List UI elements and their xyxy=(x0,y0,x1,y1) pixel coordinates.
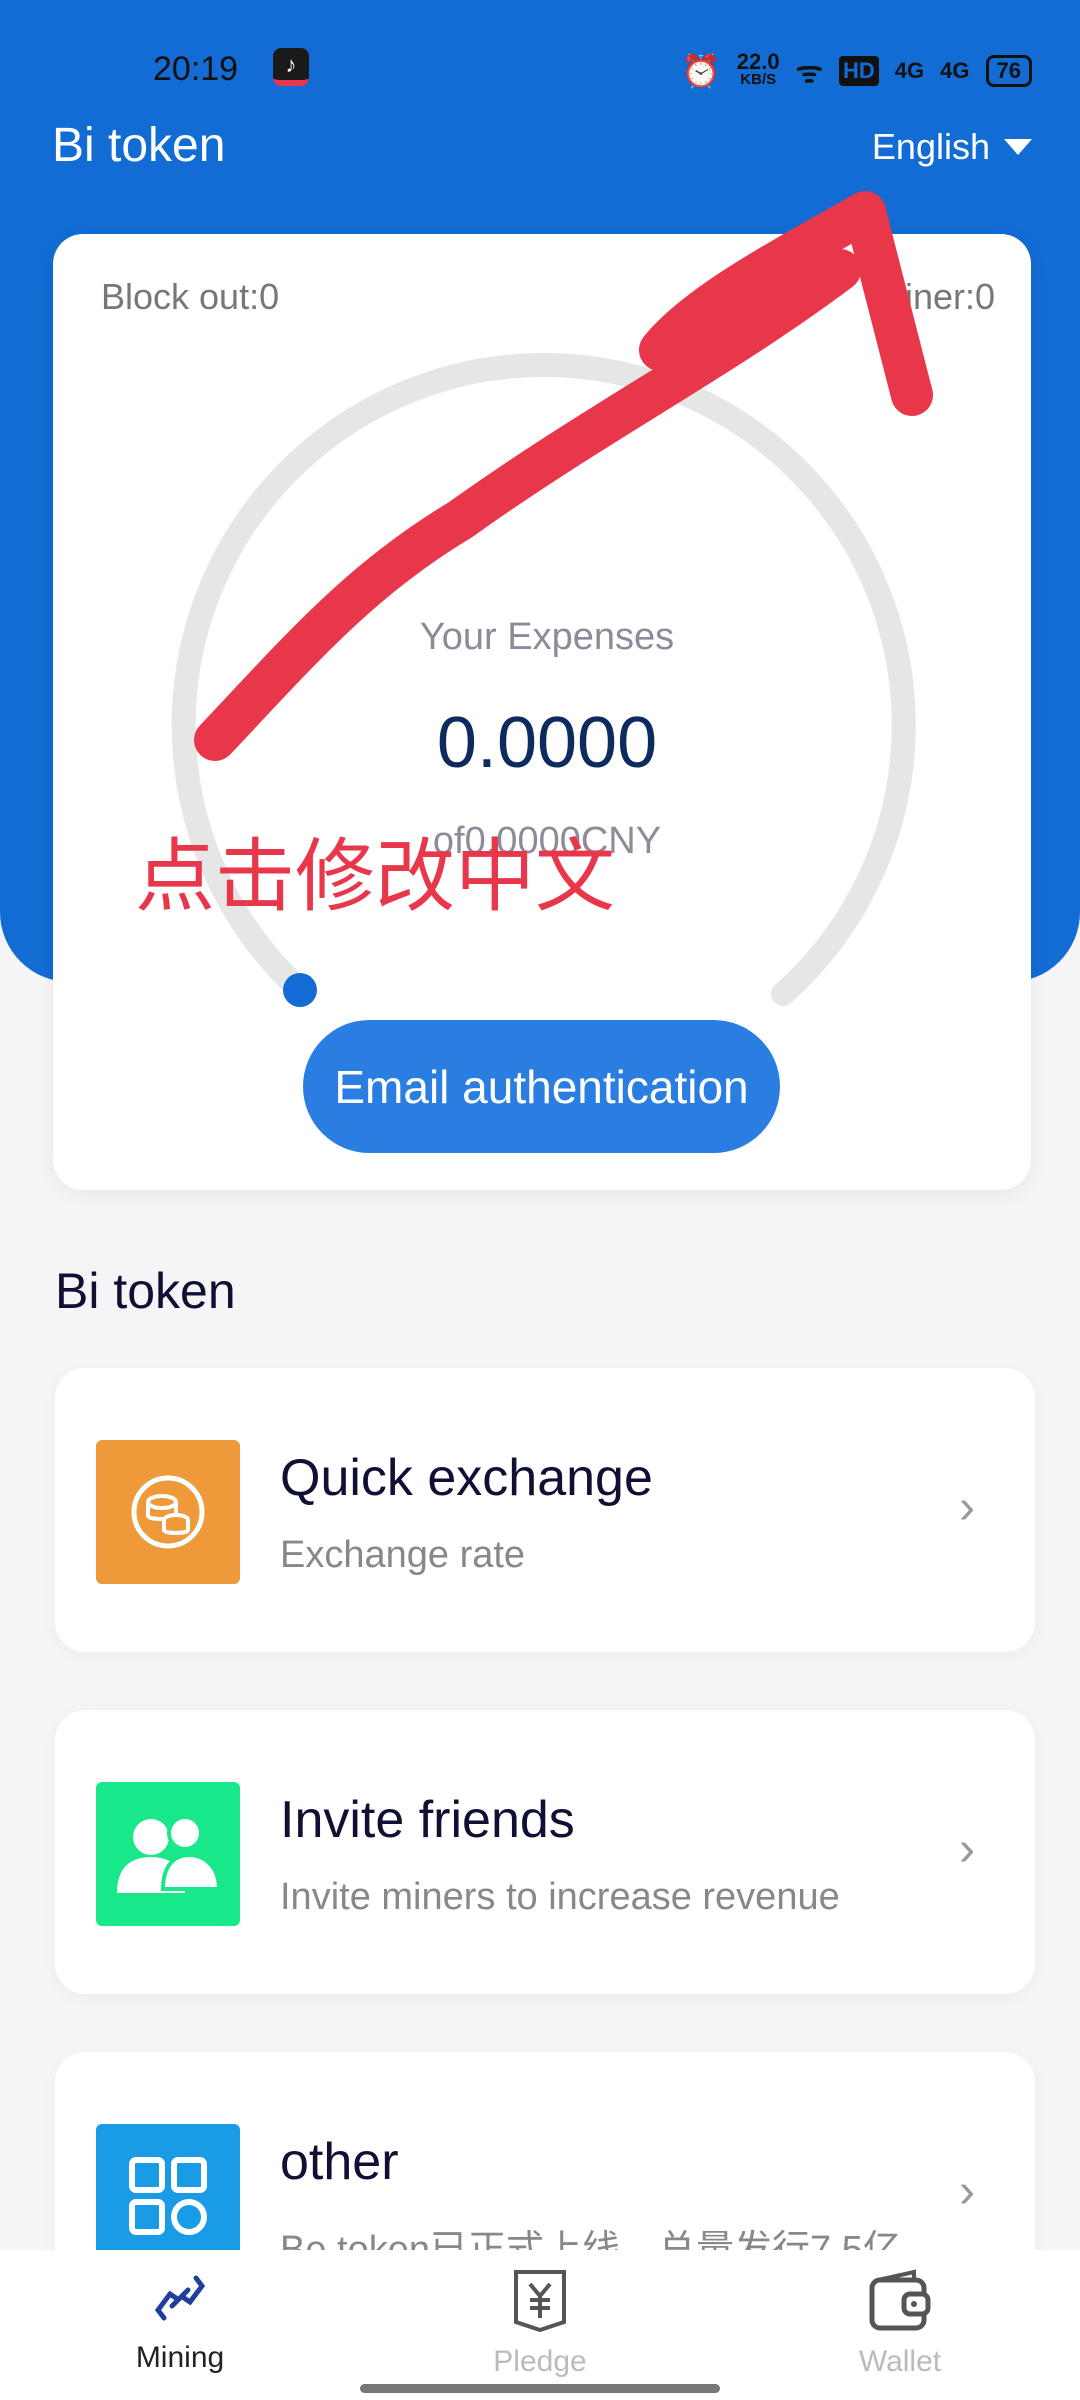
signal-icon-2: 4G xyxy=(940,57,970,83)
bottom-nav: Mining Pledge Wallet xyxy=(0,2250,1080,2400)
coins-icon xyxy=(96,1440,240,1584)
hd-icon: HD xyxy=(839,55,879,86)
signal-icon: 4G xyxy=(894,57,925,83)
wallet-icon xyxy=(869,2269,931,2331)
status-time: 20:19 xyxy=(153,50,239,88)
net-speed-value: 22.0 xyxy=(736,48,780,74)
chevron-right-icon: › xyxy=(959,1823,975,1876)
tab-mining[interactable]: Mining xyxy=(80,2268,280,2375)
tab-label: Pledge xyxy=(493,2345,587,2378)
section-title: Bi token xyxy=(55,1263,236,1319)
tab-label: Mining xyxy=(135,2341,225,2374)
language-selector[interactable]: English xyxy=(872,126,1032,168)
chevron-right-icon: › xyxy=(959,1481,975,1534)
item-title: other xyxy=(280,2133,399,2191)
tab-wallet[interactable]: Wallet xyxy=(800,2268,1000,2379)
item-subtitle: Invite miners to increase revenue xyxy=(280,1876,840,1918)
language-label: English xyxy=(871,126,990,167)
net-speed: 22.0 KB/S xyxy=(736,48,780,89)
tab-label: Wallet xyxy=(858,2345,942,2378)
expenses-label: Your Expenses xyxy=(419,616,675,658)
users-icon xyxy=(96,1782,240,1926)
battery-icon: 76 xyxy=(985,54,1032,87)
chain-link-icon xyxy=(154,2275,206,2321)
wifi-icon: ᯤ xyxy=(795,56,824,89)
expenses-value: 0.0000 xyxy=(436,703,658,783)
gauge-progress-dot xyxy=(283,973,317,1007)
tiktok-icon: ♪ xyxy=(273,48,309,86)
email-authentication-button[interactable]: Email authentication xyxy=(303,1020,780,1153)
net-speed-unit: KB/S xyxy=(740,70,777,88)
tab-pledge[interactable]: Pledge xyxy=(440,2268,640,2379)
item-title: Invite friends xyxy=(280,1791,575,1849)
app-title: Bi token xyxy=(52,119,226,172)
invite-friends-item[interactable]: Invite friends Invite miners to increase… xyxy=(55,1710,1035,1994)
mining-card: Block out:0 Miner:0 Your Expenses 0.0000… xyxy=(53,234,1031,1190)
apps-icon xyxy=(96,2124,240,2268)
home-indicator[interactable] xyxy=(360,2384,720,2393)
quick-exchange-item[interactable]: Quick exchange Exchange rate › xyxy=(55,1368,1035,1652)
annotation-text: 点击修改中文 xyxy=(135,832,615,921)
chevron-right-icon: › xyxy=(959,2165,975,2218)
alarm-icon: ⏰ xyxy=(680,52,721,89)
caret-down-icon xyxy=(1004,139,1032,155)
item-subtitle: Exchange rate xyxy=(280,1534,526,1576)
yen-document-icon xyxy=(514,2270,566,2333)
status-bar: 20:19 ♪ ⏰ 22.0 KB/S ᯤ HD 4G 4G 76 xyxy=(0,48,1080,90)
item-title: Quick exchange xyxy=(280,1449,653,1507)
